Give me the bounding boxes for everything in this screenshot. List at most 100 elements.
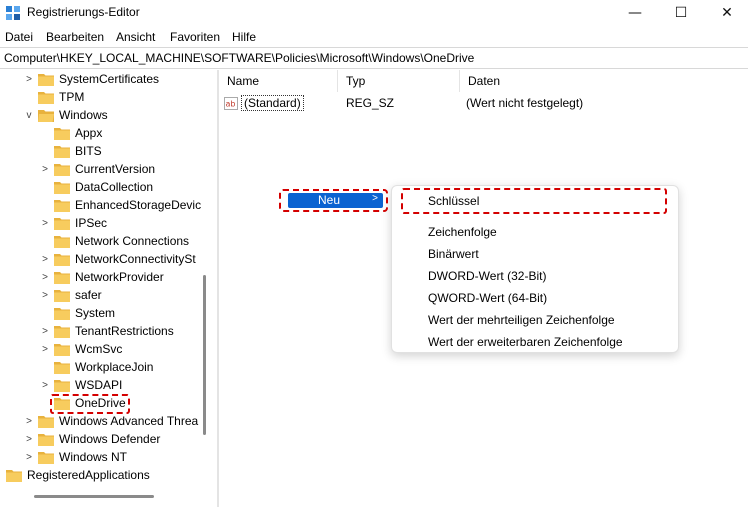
- tree-item-windows-nt[interactable]: > Windows NT: [24, 448, 127, 466]
- tree-item-registeredapplications[interactable]: RegisteredApplications: [0, 466, 150, 484]
- chevron-placeholder: [40, 196, 50, 214]
- submenu-dword-value[interactable]: DWORD-Wert (32-Bit): [428, 269, 546, 283]
- tree-item-datacollection[interactable]: DataCollection: [40, 178, 153, 196]
- tree-item-system[interactable]: System: [40, 304, 115, 322]
- menu-hilfe[interactable]: Hilfe: [232, 30, 256, 44]
- value-row-standard[interactable]: ab (Standard): [224, 94, 304, 112]
- tree-item-wcmsvc[interactable]: > WcmSvc: [40, 340, 122, 358]
- menu-bearbeiten[interactable]: Bearbeiten: [46, 30, 104, 44]
- tree-item-label: TPM: [59, 90, 85, 104]
- tree-item-safer[interactable]: > safer: [40, 286, 102, 304]
- close-button[interactable]: ✕: [704, 0, 748, 26]
- submenu-key[interactable]: Schlüssel: [428, 194, 479, 208]
- chevron-right-icon[interactable]: >: [24, 430, 34, 448]
- window-title: Registrierungs-Editor: [27, 5, 140, 19]
- registry-tree[interactable]: > SystemCertificates TPM v Windows Appx …: [0, 70, 212, 507]
- folder-icon: [54, 361, 70, 374]
- chevron-right-icon[interactable]: >: [24, 412, 34, 430]
- tree-item-label: WSDAPI: [75, 378, 123, 392]
- chevron-right-icon[interactable]: >: [40, 286, 50, 304]
- onedrive-annotation-highlight: [50, 394, 130, 414]
- tree-item-label: DataCollection: [75, 180, 154, 194]
- tree-item-windows-advanced-threat[interactable]: > Windows Advanced Threa: [24, 412, 198, 430]
- folder-icon: [38, 451, 54, 464]
- chevron-placeholder: [40, 304, 50, 322]
- tree-item-enhancedstorage[interactable]: EnhancedStorageDevic: [40, 196, 201, 214]
- chevron-right-icon[interactable]: >: [40, 250, 50, 268]
- chevron-placeholder: [40, 394, 50, 412]
- chevron-right-icon[interactable]: >: [40, 322, 50, 340]
- tree-item-windows-defender[interactable]: > Windows Defender: [24, 430, 160, 448]
- submenu-string-value[interactable]: Zeichenfolge: [428, 225, 497, 239]
- tree-item-label: safer: [75, 288, 102, 302]
- context-menu-new[interactable]: Neu >: [288, 193, 383, 208]
- column-header-name[interactable]: Name: [219, 70, 338, 92]
- chevron-right-icon[interactable]: >: [24, 70, 34, 88]
- column-header-type[interactable]: Typ: [338, 70, 460, 92]
- address-bar[interactable]: Computer\HKEY_LOCAL_MACHINE\SOFTWARE\Pol…: [0, 47, 748, 69]
- tree-item-tpm[interactable]: TPM: [24, 88, 84, 106]
- tree-item-wsdapi[interactable]: > WSDAPI: [40, 376, 122, 394]
- address-path[interactable]: Computer\HKEY_LOCAL_MACHINE\SOFTWARE\Pol…: [4, 51, 474, 65]
- chevron-right-icon: >: [372, 193, 378, 204]
- chevron-right-icon[interactable]: >: [24, 448, 34, 466]
- folder-icon: [54, 271, 70, 284]
- folder-icon: [38, 415, 54, 428]
- tree-item-label: WorkplaceJoin: [75, 360, 154, 374]
- chevron-placeholder: [24, 88, 34, 106]
- folder-icon: [38, 73, 54, 86]
- submenu-expandable-string-value[interactable]: Wert der erweiterbaren Zeichenfolge: [428, 335, 623, 349]
- tree-item-bits[interactable]: BITS: [40, 142, 102, 160]
- chevron-right-icon[interactable]: >: [40, 214, 50, 232]
- tree-item-ipsec[interactable]: > IPSec: [40, 214, 107, 232]
- tree-item-label: IPSec: [75, 216, 108, 230]
- folder-icon: [54, 217, 70, 230]
- submenu-qword-value[interactable]: QWORD-Wert (64-Bit): [428, 291, 547, 305]
- folder-icon: [54, 379, 70, 392]
- new-submenu: Schlüssel Zeichenfolge Binärwert DWORD-W…: [391, 185, 679, 353]
- tree-item-label: NetworkProvider: [75, 270, 164, 284]
- tree-item-tenantrestrictions[interactable]: > TenantRestrictions: [40, 322, 174, 340]
- tree-item-network-connections[interactable]: Network Connections: [40, 232, 189, 250]
- tree-item-label: RegisteredApplications: [27, 468, 150, 482]
- menu-bar: Datei Bearbeiten Ansicht Favoriten Hilfe: [0, 27, 748, 47]
- folder-icon: [54, 235, 70, 248]
- chevron-placeholder: [0, 466, 4, 484]
- tree-item-label: TenantRestrictions: [75, 324, 174, 338]
- value-type: REG_SZ: [346, 96, 395, 110]
- column-header-data[interactable]: Daten: [460, 70, 748, 92]
- value-name[interactable]: (Standard): [241, 95, 304, 111]
- tree-item-label: NetworkConnectivitySt: [75, 252, 196, 266]
- chevron-right-icon[interactable]: >: [40, 160, 50, 178]
- chevron-down-icon[interactable]: v: [24, 106, 34, 124]
- tree-item-label: WcmSvc: [75, 342, 123, 356]
- menu-ansicht[interactable]: Ansicht: [116, 30, 155, 44]
- menu-favoriten[interactable]: Favoriten: [170, 30, 220, 44]
- tree-item-currentversion[interactable]: > CurrentVersion: [40, 160, 155, 178]
- tree-item-windows[interactable]: v Windows: [24, 106, 108, 124]
- menu-datei[interactable]: Datei: [5, 30, 33, 44]
- submenu-binary-value[interactable]: Binärwert: [428, 247, 479, 261]
- folder-icon: [38, 91, 54, 104]
- chevron-right-icon[interactable]: >: [40, 268, 50, 286]
- tree-item-label: Windows NT: [59, 450, 128, 464]
- chevron-placeholder: [40, 178, 50, 196]
- tree-item-appx[interactable]: Appx: [40, 124, 102, 142]
- chevron-placeholder: [40, 358, 50, 376]
- folder-icon: [54, 289, 70, 302]
- minimize-button[interactable]: —: [612, 0, 658, 26]
- tree-item-networkconnectivity[interactable]: > NetworkConnectivitySt: [40, 250, 196, 268]
- tree-horizontal-scrollbar[interactable]: [34, 495, 154, 498]
- folder-open-icon: [38, 109, 54, 122]
- folder-icon: [6, 469, 22, 482]
- tree-item-networkprovider[interactable]: > NetworkProvider: [40, 268, 164, 286]
- tree-vertical-scrollbar[interactable]: [203, 275, 206, 435]
- maximize-button[interactable]: ☐: [658, 0, 704, 26]
- chevron-right-icon[interactable]: >: [40, 340, 50, 358]
- chevron-right-icon[interactable]: >: [40, 376, 50, 394]
- context-menu-new-label: Neu: [318, 193, 341, 207]
- submenu-multi-string-value[interactable]: Wert der mehrteiligen Zeichenfolge: [428, 313, 615, 327]
- tree-item-systemcertificates[interactable]: > SystemCertificates: [24, 70, 159, 88]
- tree-item-workplacejoin[interactable]: WorkplaceJoin: [40, 358, 153, 376]
- folder-icon: [54, 127, 70, 140]
